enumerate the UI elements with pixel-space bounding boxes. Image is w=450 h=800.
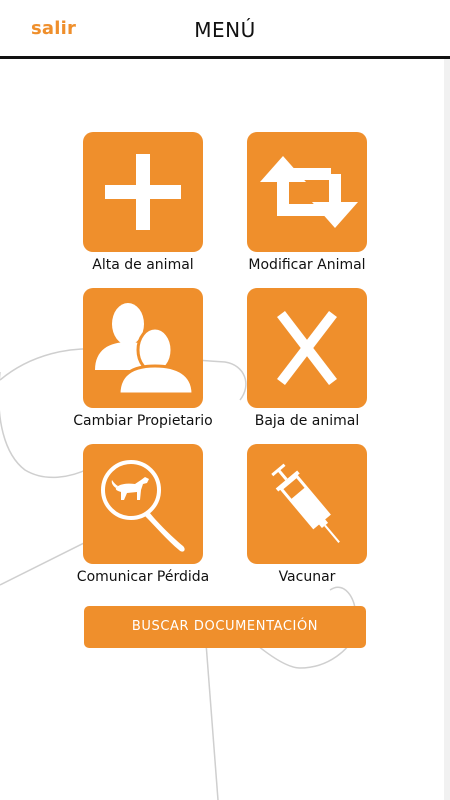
tile-label-modificar-animal[interactable]: Modificar Animal [207,257,407,273]
tile-modificar-animal[interactable] [247,132,367,252]
tile-label-vacunar[interactable]: Vacunar [207,569,407,585]
top-bar: salir MENÚ [0,0,450,59]
right-edge-strip [444,0,450,800]
tile-comunicar-perdida[interactable] [83,444,203,564]
two-people-icon [95,303,195,396]
syringe-icon [271,463,340,543]
cross-x-icon [277,310,337,386]
plus-icon [105,154,181,230]
tile-baja-animal[interactable] [247,288,367,408]
tile-cambiar-propietario[interactable] [83,288,203,408]
search-documentation-button[interactable]: BUSCAR DOCUMENTACIÓN [84,606,366,648]
refresh-arrows-icon [260,156,358,228]
tile-vacunar[interactable] [247,444,367,564]
background-sketch [0,348,359,800]
tile-alta-animal[interactable] [83,132,203,252]
magnifier-dog-icon [101,460,185,552]
page-title: MENÚ [194,18,256,42]
tile-label-baja-animal[interactable]: Baja de animal [207,413,407,429]
